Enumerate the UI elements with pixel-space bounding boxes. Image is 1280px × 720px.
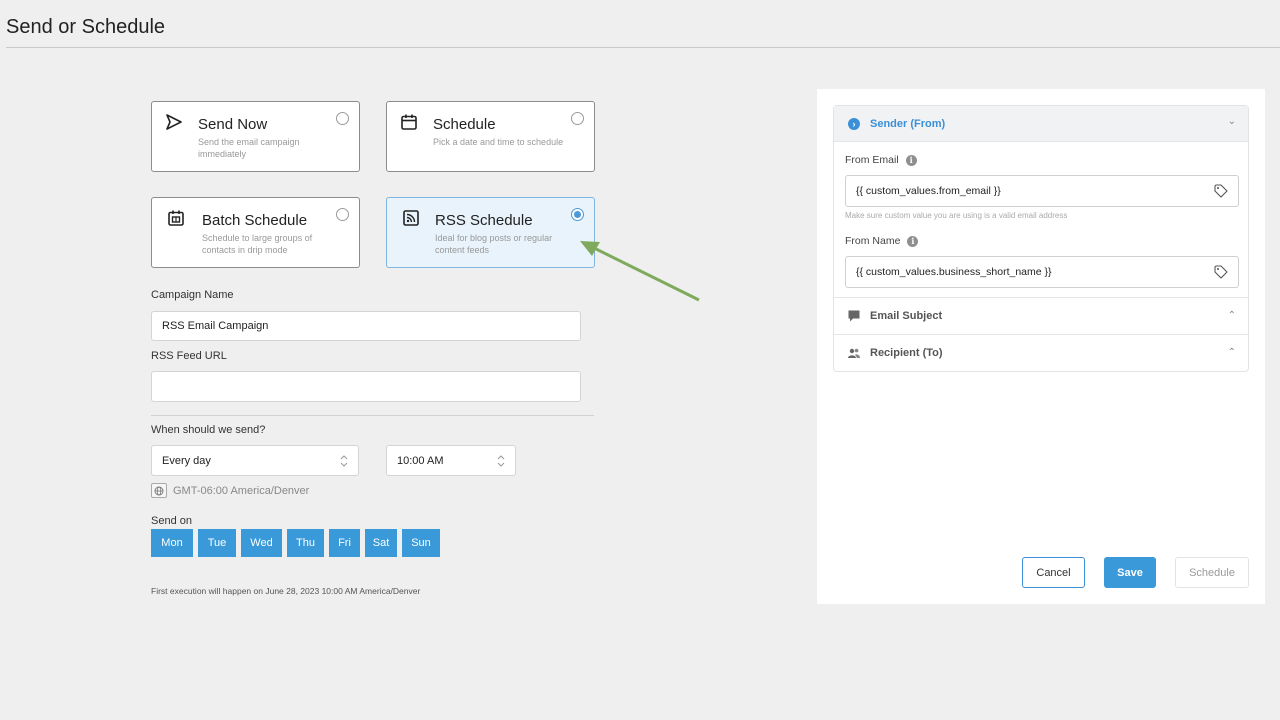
- chevron-up-icon: ⌃: [1227, 310, 1236, 321]
- recipient-accordion[interactable]: Recipient (To) ⌃: [834, 334, 1248, 371]
- from-name-input[interactable]: {{ custom_values.business_short_name }}: [845, 256, 1239, 288]
- chevron-down-icon: ⌄: [1227, 116, 1236, 127]
- users-icon: [848, 348, 860, 358]
- from-name-label: From Name: [845, 235, 901, 247]
- save-button[interactable]: Save: [1104, 557, 1156, 588]
- cancel-button[interactable]: Cancel: [1022, 557, 1085, 588]
- info-icon[interactable]: i: [905, 154, 917, 166]
- sender-accordion-body: From Email i {{ custom_values.from_email…: [834, 142, 1248, 297]
- email-subject-label: Email Subject: [870, 310, 943, 322]
- sender-accordion: › Sender (From) ⌄ From Email i {{ custom…: [833, 105, 1249, 372]
- info-icon[interactable]: i: [907, 235, 919, 247]
- recipient-label: Recipient (To): [870, 347, 943, 359]
- from-name-value: {{ custom_values.business_short_name }}: [856, 266, 1052, 278]
- chevron-up-icon: ⌃: [1227, 347, 1236, 358]
- arrow-circle-icon: ›: [848, 117, 860, 130]
- schedule-button[interactable]: Schedule: [1175, 557, 1249, 588]
- sender-accordion-header[interactable]: › Sender (From) ⌄: [834, 106, 1248, 142]
- from-email-value: {{ custom_values.from_email }}: [856, 185, 1001, 197]
- sender-panel: › Sender (From) ⌄ From Email i {{ custom…: [817, 89, 1265, 604]
- from-email-label-row: From Email i: [845, 154, 917, 166]
- message-icon: [848, 310, 860, 322]
- from-email-hint: Make sure custom value you are using is …: [845, 211, 1068, 220]
- from-email-input[interactable]: {{ custom_values.from_email }}: [845, 175, 1239, 207]
- tag-icon[interactable]: [1214, 265, 1228, 279]
- email-subject-accordion[interactable]: Email Subject ⌃: [834, 297, 1248, 334]
- sender-header-label: Sender (From): [870, 117, 946, 130]
- from-email-label: From Email: [845, 154, 899, 166]
- from-name-label-row: From Name i: [845, 235, 919, 247]
- tag-icon[interactable]: [1214, 184, 1228, 198]
